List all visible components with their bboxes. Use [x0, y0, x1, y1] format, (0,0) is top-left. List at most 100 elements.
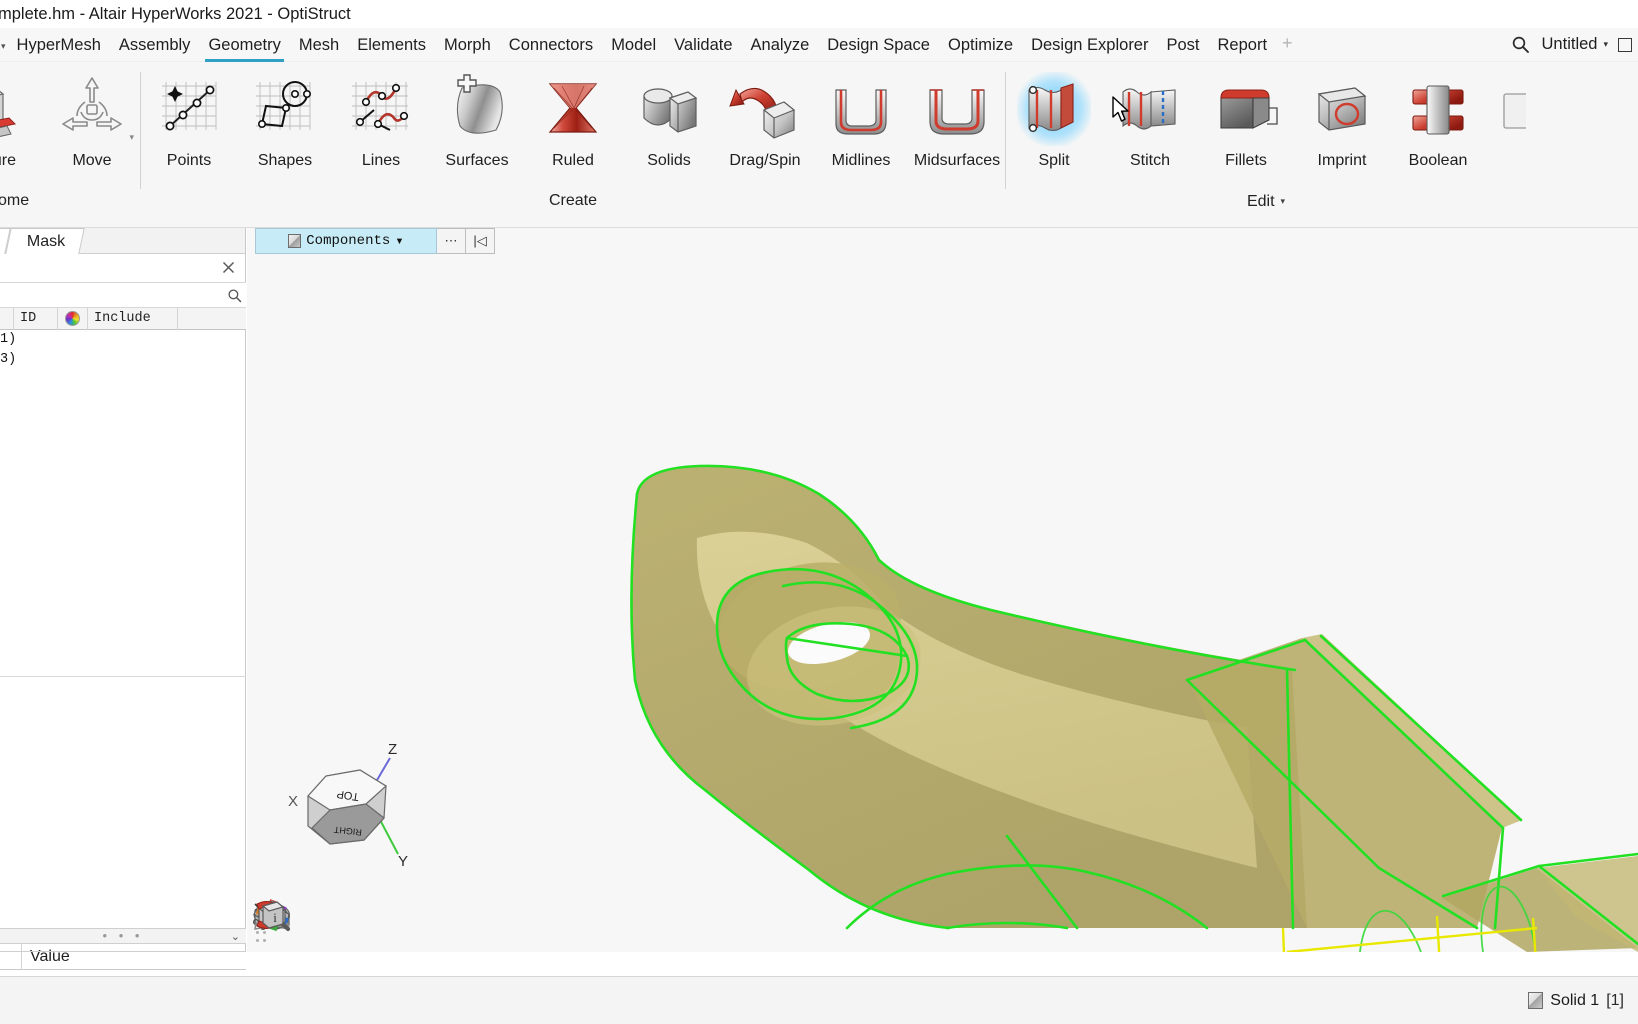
panel-splitter[interactable]: • • • ⌄: [0, 928, 246, 944]
ribbon-label-solids: Solids: [647, 152, 691, 169]
axis-label-z: Z: [388, 742, 397, 758]
color-wheel-icon: [65, 311, 80, 326]
ribbon-group-edit-chevron-down-icon[interactable]: ▾: [1281, 196, 1286, 206]
menu-tab-analyze[interactable]: Analyze: [742, 28, 819, 62]
menu-tab-assembly[interactable]: Assembly: [110, 28, 200, 62]
entity-selector-collapse-button[interactable]: |◁: [466, 228, 495, 254]
ribbon-group-label-create: Create: [548, 192, 598, 209]
ribbon-group-create: Points Shapes Lines Surfaces Ruled Solid…: [141, 62, 1005, 228]
profile-label[interactable]: Untitled: [1536, 35, 1602, 54]
menu-tab-validate[interactable]: Validate: [665, 28, 741, 62]
hyperworks-window: mplete.hm - Altair HyperWorks 2021 - Opt…: [0, 0, 1638, 1024]
menu-tab-post[interactable]: Post: [1157, 28, 1208, 62]
info-tool-icon[interactable]: i: [261, 900, 735, 948]
chevron-double-down-icon[interactable]: ⌄: [231, 930, 240, 943]
entity-selector-label: Components: [306, 233, 391, 249]
solids-icon: [632, 72, 706, 146]
menu-tab-design-space[interactable]: Design Space: [818, 28, 939, 62]
ribbon-button-shapes[interactable]: Shapes: [237, 66, 333, 170]
overflow-icon: [1469, 72, 1543, 146]
menu-tab-mesh[interactable]: Mesh: [290, 28, 348, 62]
menu-bar: ▾ HyperMesh Assembly Geometry Mesh Eleme…: [0, 28, 1638, 62]
property-col-name: [0, 943, 22, 970]
measure-icon: [0, 72, 33, 146]
profile-chevron-down-icon[interactable]: ▾: [1603, 39, 1616, 50]
camera-view-icon[interactable]: [254, 900, 371, 948]
property-col-value: Value: [30, 947, 70, 965]
points-icon: [152, 72, 226, 146]
menu-tab-report[interactable]: Report: [1209, 28, 1277, 62]
ribbon-button-points[interactable]: Points: [141, 66, 237, 170]
ribbon-label-ruled: Ruled: [552, 152, 594, 169]
ribbon-button-imprint[interactable]: Imprint: [1294, 66, 1390, 170]
panel-tabstrip: Mask: [0, 228, 245, 254]
table-col-id[interactable]: ID: [14, 307, 58, 330]
window-title: mplete.hm - Altair HyperWorks 2021 - Opt…: [0, 4, 351, 23]
ribbon-button-ruled[interactable]: Ruled: [525, 66, 621, 170]
surfaces-icon: [440, 72, 514, 146]
move-icon: [55, 72, 129, 146]
menu-tab-design-explorer[interactable]: Design Explorer: [1022, 28, 1157, 62]
color-display-icon[interactable]: [255, 899, 527, 948]
view-cube-widget[interactable]: Z Y X TOP RIGHT: [278, 742, 418, 872]
zoom-magnifier-icon[interactable]: [260, 900, 631, 948]
panel-bottom-border: [0, 951, 246, 952]
search-icon[interactable]: [222, 288, 246, 303]
ribbon-button-overflow[interactable]: [1486, 66, 1526, 146]
split-icon: [1017, 72, 1091, 146]
ribbon-button-split[interactable]: Split: [1006, 66, 1102, 170]
entity-selector-dropdown[interactable]: Components ▾: [255, 228, 437, 254]
drag-spin-icon: [728, 72, 802, 146]
ribbon-button-surfaces[interactable]: Surfaces: [429, 66, 525, 170]
svg-text:i: i: [273, 910, 277, 925]
menu-overflow-caret[interactable]: ▾: [0, 41, 8, 52]
ribbon-label-drag-spin: Drag/Spin: [729, 152, 801, 169]
close-icon[interactable]: [217, 256, 239, 278]
ribbon-button-lines[interactable]: Lines: [333, 66, 429, 170]
ribbon-label-measure: asure: [0, 152, 17, 169]
table-row[interactable]: 1): [0, 330, 246, 350]
left-browser-panel: Mask ID Include 1) 3) • • • ⌄ Value: [0, 228, 246, 970]
table-col-color[interactable]: [58, 307, 88, 330]
panel-tab-mask[interactable]: Mask: [5, 228, 85, 254]
move-chevron-down-icon[interactable]: ▾: [129, 132, 134, 143]
menu-tab-optimize[interactable]: Optimize: [939, 28, 1022, 62]
entity-selector-more-button[interactable]: ⋯: [437, 228, 466, 254]
ribbon-button-solids[interactable]: Solids: [621, 66, 717, 170]
menu-bar-tabs: ▾ HyperMesh Assembly Geometry Mesh Eleme…: [0, 28, 1508, 62]
mesh-display-icon[interactable]: [252, 900, 475, 948]
entity-selector-chevron-down-icon: ▾: [395, 233, 404, 250]
solid-cube-icon: [1528, 992, 1544, 1009]
ribbon-group-label-edit: Edit ▾: [1006, 184, 1526, 224]
search-input[interactable]: [0, 287, 222, 303]
axis-triad-icon[interactable]: [254, 899, 579, 948]
table-col-expander: [0, 307, 14, 330]
ribbon-button-midlines[interactable]: Midlines: [813, 66, 909, 170]
add-tab-icon[interactable]: +: [1276, 33, 1299, 54]
ribbon-button-drag-spin[interactable]: Drag/Spin: [717, 66, 813, 170]
ribbon-button-measure[interactable]: asure: [0, 66, 44, 170]
panel-divider: [0, 676, 246, 677]
table-col-include[interactable]: Include: [88, 307, 178, 330]
ribbon-button-midsurfaces[interactable]: Midsurfaces: [909, 66, 1005, 170]
boolean-icon: [1401, 72, 1475, 146]
shading-mode-icon[interactable]: [253, 900, 423, 948]
menu-tab-geometry[interactable]: Geometry: [199, 28, 289, 62]
model-rotate-icon[interactable]: [256, 900, 683, 948]
ribbon-button-move[interactable]: Move ▾: [44, 66, 140, 170]
graphics-canvas[interactable]: Z Y X TOP RIGHT i: [247, 228, 1638, 952]
ribbon-group-left: asure: [0, 62, 140, 228]
table-row[interactable]: 3): [0, 350, 246, 370]
component-cube-icon: [288, 234, 302, 248]
window-restore-icon[interactable]: [1618, 37, 1632, 52]
ribbon-button-fillets[interactable]: Fillets: [1198, 66, 1294, 170]
menu-tab-model[interactable]: Model: [602, 28, 665, 62]
ribbon-group-edit: Split Stitch Fillets Imprint Boolean Edi…: [1006, 62, 1526, 228]
search-icon[interactable]: [1508, 32, 1534, 58]
menu-tab-elements[interactable]: Elements: [348, 28, 435, 62]
menu-tab-connectors[interactable]: Connectors: [500, 28, 602, 62]
midlines-icon: [824, 72, 898, 146]
ribbon-label-midlines: Midlines: [831, 152, 891, 169]
menu-tab-hypermesh[interactable]: HyperMesh: [8, 28, 110, 62]
menu-tab-morph[interactable]: Morph: [435, 28, 500, 62]
